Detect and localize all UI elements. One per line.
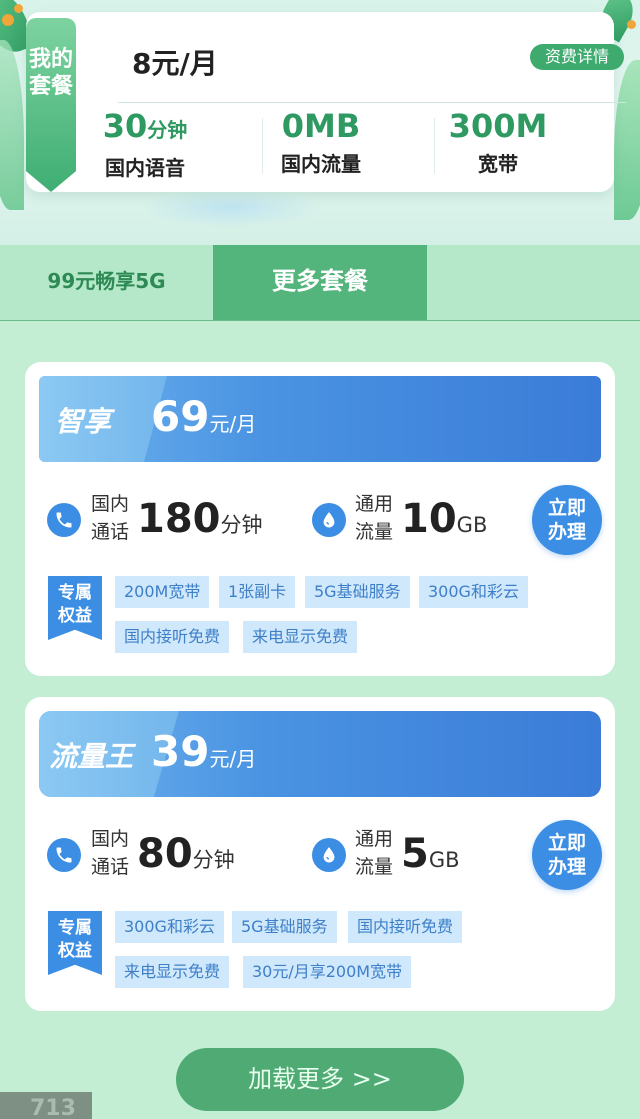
leaf-decoration xyxy=(614,60,640,220)
price-value: 39 xyxy=(151,727,210,776)
apply-now-button[interactable]: 立即 办理 xyxy=(532,485,602,555)
stat-value: 300M xyxy=(448,107,548,145)
perk-tag: 300G和彩云 xyxy=(419,576,528,608)
phone-icon xyxy=(47,838,81,872)
water-drop-icon xyxy=(312,838,346,872)
perk-tag: 国内接听免费 xyxy=(348,911,463,943)
perk-tag: 1张副卡 xyxy=(219,576,296,608)
stat-data: 0MB 国内流量 xyxy=(236,106,406,177)
perk-tag: 200M宽带 xyxy=(115,576,210,608)
call-label: 国内 通话 xyxy=(91,828,130,878)
plan-tabs: 99元畅享5G 更多套餐 xyxy=(0,245,640,321)
stat-value: 0MB xyxy=(281,107,361,145)
cloud-decoration xyxy=(140,188,320,228)
berry-decoration xyxy=(2,14,14,26)
top-banner: 8元/月 资费详情 30分钟 国内语音 0MB 国内流量 300M 宽带 我的套… xyxy=(0,0,640,245)
stat-broadband: 300M 宽带 xyxy=(413,106,583,177)
perk-tag: 30元/月享200M宽带 xyxy=(243,956,412,988)
my-plan-ribbon xyxy=(26,18,76,192)
exclusive-perks-badge: 专属 权益 xyxy=(48,911,102,975)
perk-tag: 300G和彩云 xyxy=(115,911,224,943)
data-label: 通用 流量 xyxy=(355,493,394,543)
package-card: 智享 69元/月 国内 通话 180分钟 通用 流量 10GB 立即 办理 专属… xyxy=(25,362,615,676)
data-amount: 5GB xyxy=(401,831,460,877)
stat-label: 国内流量 xyxy=(281,152,361,176)
perk-tag: 5G基础服务 xyxy=(305,576,410,608)
load-more-button[interactable]: 加载更多 >> xyxy=(176,1048,464,1111)
tab-more-plans[interactable]: 更多套餐 xyxy=(213,245,427,320)
berry-decoration xyxy=(627,20,636,29)
current-plan-card: 8元/月 资费详情 30分钟 国内语音 0MB 国内流量 300M 宽带 xyxy=(26,12,626,192)
current-plan-price: 8元/月 xyxy=(132,47,218,80)
call-minutes: 80分钟 xyxy=(137,831,235,877)
data-amount: 10GB xyxy=(401,496,488,542)
perk-tag: 5G基础服务 xyxy=(232,911,337,943)
fee-detail-button[interactable]: 资费详情 xyxy=(530,44,624,70)
stat-unit: 分钟 xyxy=(147,118,188,142)
price-unit: 元/月 xyxy=(209,412,257,436)
package-price: 39元/月 xyxy=(151,727,256,776)
exclusive-perks-badge: 专属 权益 xyxy=(48,576,102,640)
perk-tag: 国内接听免费 xyxy=(115,621,230,653)
my-plan-ribbon-label: 我的套餐 xyxy=(28,47,73,99)
stat-label: 国内语音 xyxy=(105,156,185,180)
perk-tag: 来电显示免费 xyxy=(243,621,358,653)
package-card: 流量王 39元/月 国内 通话 80分钟 通用 流量 5GB 立即 办理 专属 … xyxy=(25,697,615,1011)
phone-icon xyxy=(47,503,81,537)
package-price: 69元/月 xyxy=(151,392,256,441)
price-value: 69 xyxy=(151,392,210,441)
perk-tag: 来电显示免费 xyxy=(115,956,230,988)
divider xyxy=(118,102,626,103)
data-label: 通用 流量 xyxy=(355,828,394,878)
apply-now-button[interactable]: 立即 办理 xyxy=(532,820,602,890)
package-header: 流量王 39元/月 xyxy=(39,711,601,797)
corner-number-badge: 713 xyxy=(0,1092,92,1119)
berry-decoration xyxy=(14,4,23,13)
package-name: 智享 xyxy=(55,405,112,438)
tab-99-5g[interactable]: 99元畅享5G xyxy=(0,245,213,320)
stat-value: 30 xyxy=(102,107,148,145)
stat-voice: 30分钟 国内语音 xyxy=(60,106,230,181)
leaf-decoration xyxy=(0,40,24,210)
call-minutes: 180分钟 xyxy=(137,496,263,542)
package-name: 流量王 xyxy=(49,740,134,773)
water-drop-icon xyxy=(312,503,346,537)
price-unit: 元/月 xyxy=(209,747,257,771)
call-label: 国内 通话 xyxy=(91,493,130,543)
stat-label: 宽带 xyxy=(478,152,518,176)
package-header: 智享 69元/月 xyxy=(39,376,601,462)
